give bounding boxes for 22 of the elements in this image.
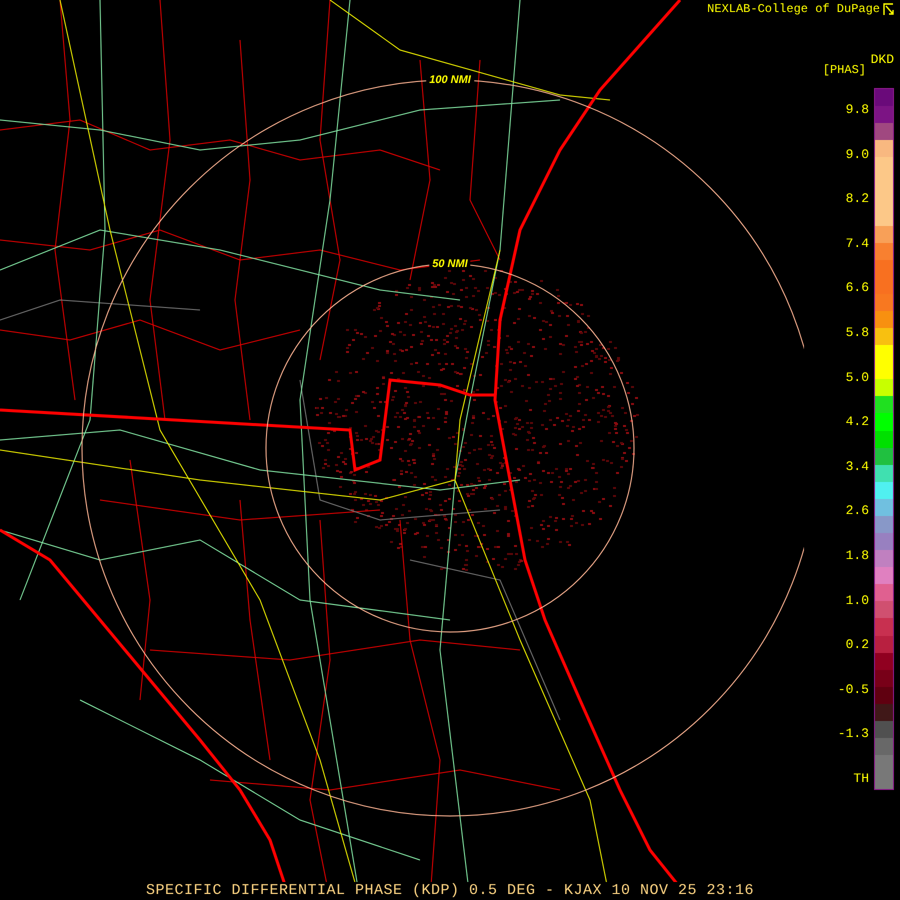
legend-value: -1.3 xyxy=(838,727,869,742)
legend-unit: [PHAS] xyxy=(822,63,866,77)
legend-value: 5.0 xyxy=(846,370,869,385)
legend-value: 2.6 xyxy=(846,504,869,518)
legend-value: 3.4 xyxy=(846,460,869,474)
legend-value: 8.2 xyxy=(846,192,869,206)
legend-value: -0.5 xyxy=(838,682,869,697)
legend-value: 4.2 xyxy=(846,415,869,430)
legend-value: 9.8 xyxy=(846,103,869,117)
legend-value: TH xyxy=(853,772,869,786)
legend-value: 6.6 xyxy=(846,281,869,296)
legend-value: 9.0 xyxy=(846,148,869,162)
credit-text: NEXLAB-College of DuPage xyxy=(707,2,880,16)
legend-value: 5.8 xyxy=(846,326,869,340)
legend-value: 0.2 xyxy=(846,638,869,652)
range-ring-label: 100 NMI xyxy=(426,74,474,86)
legend-value: 7.4 xyxy=(846,236,869,251)
legend-product: DKD xyxy=(870,52,894,67)
legend-value: 1.8 xyxy=(846,548,869,563)
corner-arrow-icon xyxy=(883,2,894,16)
legend-value: 1.0 xyxy=(846,594,869,608)
range-ring-label: 50 NMI xyxy=(429,258,471,270)
